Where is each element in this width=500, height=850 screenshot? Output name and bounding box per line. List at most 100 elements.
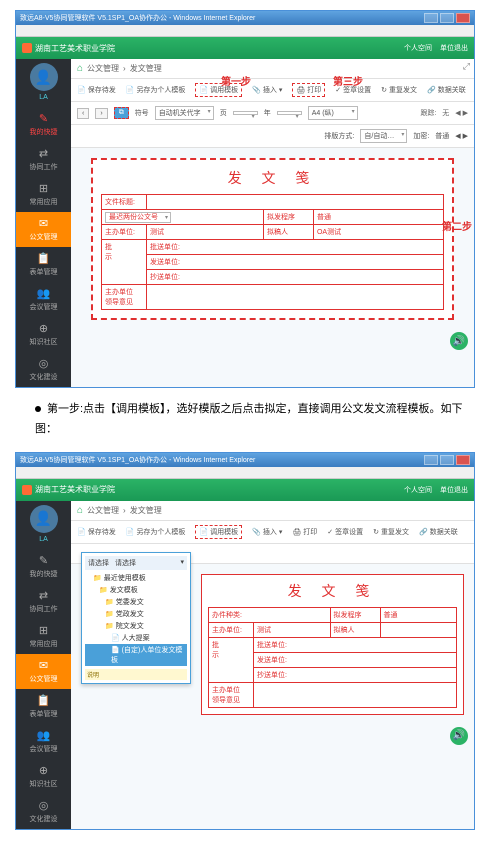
zhuban-val[interactable]: 测试 [147,225,264,240]
breadcrumb-b[interactable]: 发文管理 [130,63,162,74]
mail-icon: ✉ [16,659,71,672]
sidebar-item-docs[interactable]: ✉公文管理 [16,212,71,247]
paper-dropdown[interactable]: A4 (纵) [308,106,358,120]
window-titlebar: 致远A8-V5协同管理软件 V5.1SP1_OA协作办公 - Windows I… [16,11,474,25]
sidebar-item-meetings[interactable]: 👥会议管理 [16,282,71,317]
minimize-button-2[interactable] [424,455,438,465]
form-box: 发 文 笺 文件标题: 最迟两份公文号 拟发程序 普通 主办单位: [91,158,454,320]
toolbar-repeat[interactable]: ↻ 重复发文 [381,83,417,97]
program-val[interactable]: 普通 [313,210,443,225]
close-button-2[interactable] [456,455,470,465]
print-mode-dropdown[interactable]: 自/自动… [360,129,407,143]
sidebar2-item-quick[interactable]: ✎我的快捷 [16,549,71,584]
screenshot-1: 致远A8-V5协同管理软件 V5.1SP1_OA协作办公 - Windows I… [15,10,475,388]
instruction-text: 第一步:点击【调用模板】，选好模版之后点击拟定，直接调用公文发文流程模板。如下图… [35,400,465,440]
header-space-link-2[interactable]: 个人空间 [404,485,432,495]
form-title: 发 文 笺 [101,168,444,188]
tree-item-5-selected[interactable]: 📄 (自定)人单位发文模板 [85,644,187,666]
row1a[interactable]: 办件种类: [209,607,331,622]
breadcrumb-b-2[interactable]: 发文管理 [130,505,162,516]
app-header-2: 湖南工艺美术职业学院 个人空间 单位退出 [16,479,474,501]
logo-icon [22,43,32,53]
sidebar2-item-knowledge[interactable]: ⊕知识社区 [16,759,71,794]
tree-item-3[interactable]: 📁院文发文 [85,620,187,632]
sidebar-item-apps[interactable]: ⊞常用应用 [16,177,71,212]
app-logo: 湖南工艺美术职业学院 [22,43,115,54]
sidebar-item-quick[interactable]: ✎我的快捷 [16,107,71,142]
speaker-icon[interactable]: 🔊 [450,332,468,350]
clipboard-icon: 📋 [16,252,71,265]
jigou-dropdown[interactable]: 自动机关代字 [155,106,214,120]
expand-icon[interactable]: ⤢ [463,61,470,72]
zhuban-label: 主办单位: [102,225,147,240]
sidebar-item-culture[interactable]: ◎文化建设 [16,352,71,387]
toolbar-print[interactable]: 🖨 打印 [292,83,325,97]
fuhao-label: 符号 [135,108,149,118]
sidebar2-item-docs[interactable]: ✉公文管理 [16,654,71,689]
circle-plus-icon: ⊕ [16,764,71,777]
minimize-button[interactable] [424,13,438,23]
avatar[interactable]: 👤 [30,63,58,91]
pishi-label[interactable]: 批送单位: [147,240,444,255]
header-logout-link[interactable]: 单位退出 [440,43,468,53]
fasong-label[interactable]: 发送单位: [147,255,444,270]
avatar-2[interactable]: 👤 [30,505,58,533]
tree-item-2[interactable]: 📁党政发文 [85,608,187,620]
maximize-button[interactable] [440,13,454,23]
toolbar2-repeat[interactable]: ↻ 重复发文 [373,525,409,539]
nigao-val[interactable]: OA测试 [313,225,443,240]
toolbar-insert[interactable]: 📎 插入 ▾ [252,83,282,97]
toolbar2-save-personal[interactable]: 📄 另存为个人模板 [126,525,186,539]
toolbar2-print[interactable]: 🖨 打印 [292,525,317,539]
tree-item-4[interactable]: 📄 人大提案 [85,632,187,644]
toolbar-save-personal[interactable]: 📄 另存为个人模板 [126,83,186,97]
tree-item-0[interactable]: 📁发文模板 [85,584,187,596]
toolbar-save[interactable]: 📄 保存待发 [77,83,116,97]
maximize-button-2[interactable] [440,455,454,465]
sidebar-item-forms[interactable]: 📋表单管理 [16,247,71,282]
home-icon-2[interactable]: ⌂ [77,505,83,516]
secret-dropdown: 最迟两份公文号 [105,212,171,223]
grid-icon: ⊞ [16,182,71,195]
pishi-2[interactable]: 批送单位: [254,637,457,652]
sidebar2-item-forms[interactable]: 📋表单管理 [16,689,71,724]
breadcrumb-a[interactable]: 公文管理 [87,63,119,74]
pishi-side: 批示 [102,240,147,285]
toolbar2-sign[interactable]: ✓ 签章设置 [327,525,363,539]
close-button[interactable] [456,13,470,23]
toolbar2-use-template[interactable]: 📄 调用模板 [195,525,242,539]
toolbar2-save[interactable]: 📄 保存待发 [77,525,116,539]
next-button[interactable]: › [95,108,107,119]
sidebar2-item-culture[interactable]: ◎文化建设 [16,794,71,829]
exchange-icon: ⇄ [16,589,71,602]
sidebar2-item-meetings[interactable]: 👥会议管理 [16,724,71,759]
header-logout-link-2[interactable]: 单位退出 [440,485,468,495]
year-dropdown[interactable] [233,111,258,115]
sidebar2-item-collab[interactable]: ⇄协同工作 [16,584,71,619]
popup-note: 说明 [85,669,187,680]
toolbar2-insert[interactable]: 📎 插入 ▾ [252,525,282,539]
row1c[interactable]: 普通 [380,607,457,622]
toolbar-data-rel[interactable]: 🔗 数据关联 [427,83,466,97]
sidebar-item-collab[interactable]: ⇄协同工作 [16,142,71,177]
chaosong-label[interactable]: 抄送单位: [147,270,444,285]
toolbar2-data-rel[interactable]: 🔗 数据关联 [419,525,458,539]
home-icon[interactable]: ⌂ [77,63,83,74]
form-title-2: 发 文 笺 [208,581,457,601]
chaosong-2[interactable]: 抄送单位: [254,667,457,682]
exchange-icon: ⇄ [16,147,71,160]
speaker-icon-2[interactable]: 🔊 [450,727,468,745]
tree-item-1[interactable]: 📁党委发文 [85,596,187,608]
ctrl-btn[interactable]: ⧉ [114,107,129,119]
sidebar2-item-apps[interactable]: ⊞常用应用 [16,619,71,654]
num-dropdown[interactable] [277,111,302,115]
tree-recent[interactable]: 📁最近使用模板 [85,572,187,584]
sidebar-item-knowledge[interactable]: ⊕知识社区 [16,317,71,352]
header-space-link[interactable]: 个人空间 [404,43,432,53]
breadcrumb-a-2[interactable]: 公文管理 [87,505,119,516]
fasong-2[interactable]: 发送单位: [254,652,457,667]
target-icon: ◎ [16,799,71,812]
right-controls: ⤢ [463,61,470,72]
zhuban-val-2[interactable]: 测试 [254,622,331,637]
prev-button[interactable]: ‹ [77,108,89,119]
